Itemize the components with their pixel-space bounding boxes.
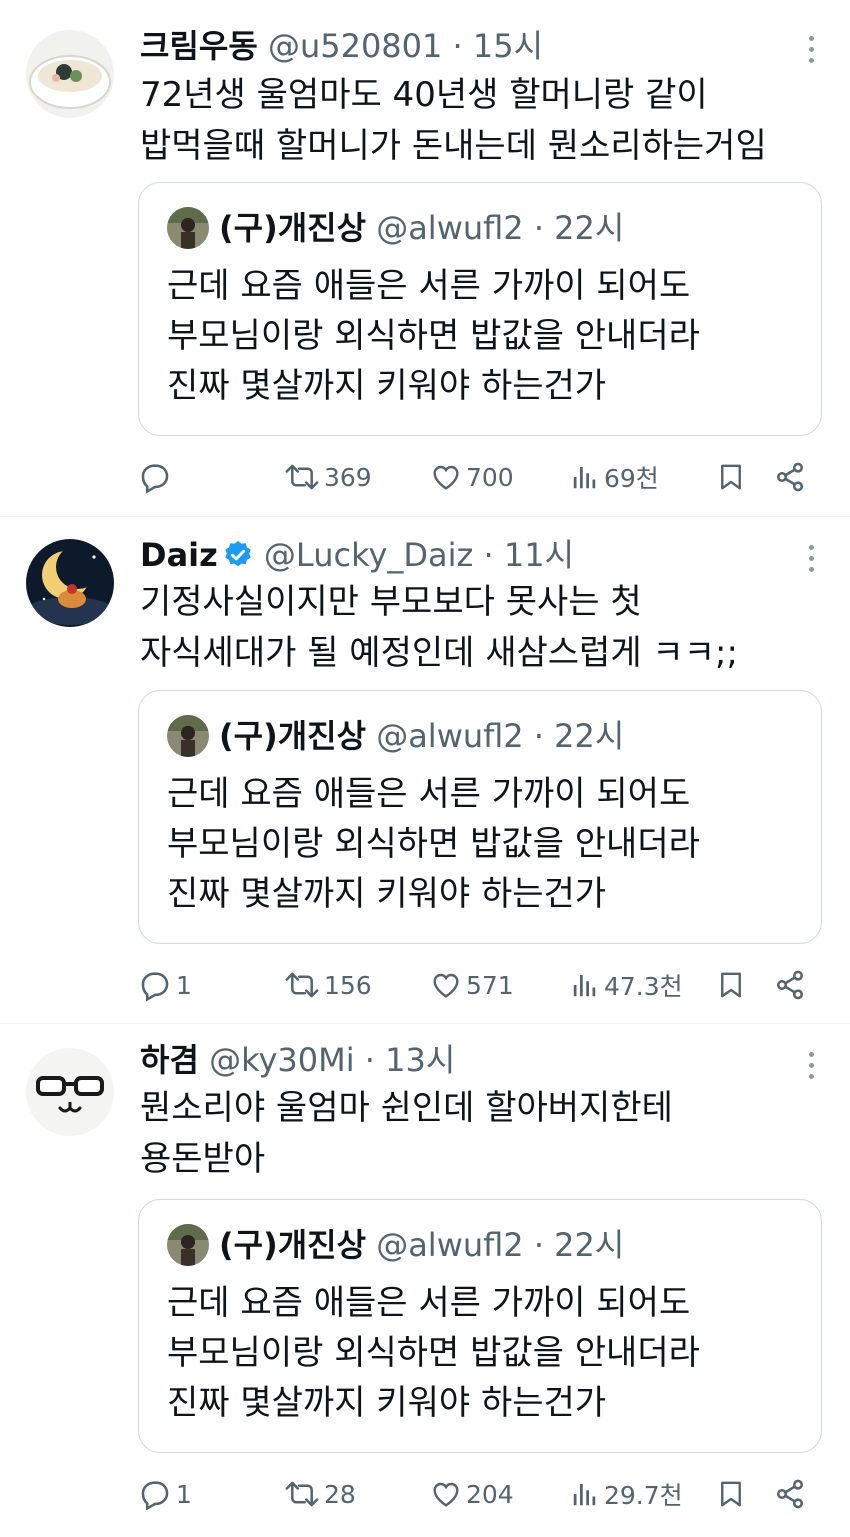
share-button[interactable] [774,963,806,1007]
quoted-text-line: 근데 요즘 애들은 서른 가까이 되어도 [167,774,691,814]
quoted-text-line: 부모님이랑 외식하면 밥값을 안내더라 [167,824,700,864]
like-button[interactable]: 571 [430,963,514,1007]
quoted-text: 근데 요즘 애들은 서른 가까이 되어도 부모님이랑 외식하면 밥값을 안내더라… [167,1278,700,1428]
quoted-author-name: (구)개진상 [219,717,367,755]
quoted-text-line: 부모님이랑 외식하면 밥값을 안내더라 [167,1333,700,1373]
share-icon [777,970,803,1000]
quoted-avatar [167,1224,209,1266]
view-count: 29.7천 [604,1481,683,1510]
bookmark-button[interactable] [716,455,746,499]
quoted-text-line: 근데 요즘 애들은 서른 가까이 되어도 [167,1283,691,1323]
quoted-tweet[interactable]: (구)개진상 @alwufl2 · 22시 근데 요즘 애들은 서른 가까이 되… [138,1199,822,1453]
like-icon [433,465,459,490]
tweet-text-line: 용돈받아 [140,1139,266,1179]
bookmark-icon [721,1481,741,1507]
tweet-text-line: 뭔소리야 울엄마 쉰인데 할아버지한테 [140,1088,673,1128]
author-name[interactable]: 하겸 [140,1041,199,1079]
quoted-author-name: (구)개진상 [219,209,367,247]
like-button[interactable]: 700 [430,455,514,499]
quoted-text-line: 진짜 몇살까지 키워야 하는건가 [167,1383,607,1423]
like-count: 204 [466,1479,514,1509]
quoted-text: 근데 요즘 애들은 서른 가까이 되어도 부모님이랑 외식하면 밥값을 안내더라… [167,769,700,919]
tweet-text-line: 자식세대가 될 예정인데 새삼스럽게 ㅋㅋ;; [140,633,738,673]
reply-button[interactable]: 1 [138,963,192,1007]
retweet-icon [285,1481,319,1507]
quoted-author-handle-time: @alwufl2 · 22시 [376,717,625,755]
bookmark-icon [721,464,741,490]
views-icon [573,467,596,489]
reply-icon [141,972,169,1002]
more-icon[interactable] [808,1052,816,1085]
avatar[interactable] [26,539,114,627]
tweet[interactable]: Daiz @Lucky_Daiz · 11시 기정사실이지만 부모보다 못사는 … [0,517,850,1023]
more-icon[interactable] [808,545,816,578]
retweet-count: 369 [324,462,372,492]
retweet-button[interactable]: 156 [284,963,372,1007]
view-count: 69천 [604,464,659,493]
retweet-count: 28 [324,1479,356,1509]
share-button[interactable] [774,455,806,499]
bookmark-button[interactable] [716,963,746,1007]
tweet[interactable]: 크림우동 @u520801 · 15시 72년생 울엄마도 40년생 할머니랑 … [0,0,850,515]
quoted-tweet[interactable]: (구)개진상 @alwufl2 · 22시 근데 요즘 애들은 서른 가까이 되… [138,182,822,436]
like-icon [433,973,459,998]
views-button[interactable]: 69천 [570,455,659,499]
quoted-text-line: 진짜 몇살까지 키워야 하는건가 [167,366,607,406]
quoted-author-name: (구)개진상 [219,1226,367,1264]
bookmark-icon [721,972,741,998]
author-handle-time[interactable]: @Lucky_Daiz · 11시 [264,536,574,574]
tweet-text: 72년생 울엄마도 40년생 할머니랑 같이 밥먹을때 할머니가 돈내는데 뭔소… [140,70,767,172]
views-button[interactable]: 29.7천 [570,1472,683,1516]
reply-count: 1 [176,970,192,1000]
like-count: 700 [466,462,514,492]
tweet-text: 뭔소리야 울엄마 쉰인데 할아버지한테 용돈받아 [140,1083,673,1185]
views-icon [573,975,596,997]
like-button[interactable]: 204 [430,1472,514,1516]
bookmark-button[interactable] [716,1472,746,1516]
avatar[interactable] [26,1048,114,1136]
reply-icon [141,1481,169,1511]
retweet-count: 156 [324,970,372,1000]
action-bar: 1 28 204 29.7천 [0,1472,850,1516]
quoted-avatar [167,207,209,249]
more-icon[interactable] [808,36,816,69]
retweet-button[interactable]: 369 [284,455,372,499]
action-bar: 369 700 69천 [0,455,850,499]
verified-badge-icon [225,541,251,567]
reply-icon [141,464,169,494]
tweet-text-line: 기정사실이지만 부모보다 못사는 첫 [140,582,642,622]
author-name[interactable]: Daiz [140,536,218,574]
quoted-text-line: 근데 요즘 애들은 서른 가까이 되어도 [167,266,691,306]
quoted-text-line: 진짜 몇살까지 키워야 하는건가 [167,874,607,914]
like-icon [433,1482,459,1507]
quoted-text-line: 부모님이랑 외식하면 밥값을 안내더라 [167,316,700,356]
view-count: 47.3천 [604,972,683,1001]
like-count: 571 [466,970,514,1000]
share-button[interactable] [774,1472,806,1516]
author-name[interactable]: 크림우동 [140,27,258,65]
tweet-text-line: 72년생 울엄마도 40년생 할머니랑 같이 [140,75,708,115]
reply-button[interactable]: 1 [138,1472,192,1516]
action-bar: 1 156 571 47.3천 [0,963,850,1007]
reply-count: 1 [176,1479,192,1509]
quoted-author-handle-time: @alwufl2 · 22시 [376,1226,625,1264]
quoted-author-handle-time: @alwufl2 · 22시 [376,209,625,247]
views-icon [573,1484,596,1506]
reply-button[interactable] [138,455,176,499]
tweet-text: 기정사실이지만 부모보다 못사는 첫 자식세대가 될 예정인데 새삼스럽게 ㅋㅋ… [140,577,738,679]
retweet-icon [285,972,319,998]
retweet-icon [285,464,319,490]
share-icon [777,462,803,492]
share-icon [777,1479,803,1509]
retweet-button[interactable]: 28 [284,1472,356,1516]
tweet-text-line: 밥먹을때 할머니가 돈내는데 뭔소리하는거임 [140,126,767,166]
quoted-avatar [167,715,209,757]
quoted-tweet[interactable]: (구)개진상 @alwufl2 · 22시 근데 요즘 애들은 서른 가까이 되… [138,690,822,944]
author-handle-time[interactable]: @u520801 · 15시 [268,27,543,65]
quoted-text: 근데 요즘 애들은 서른 가까이 되어도 부모님이랑 외식하면 밥값을 안내더라… [167,261,700,411]
views-button[interactable]: 47.3천 [570,963,683,1007]
avatar[interactable] [26,30,114,118]
author-handle-time[interactable]: @ky30Mi · 13시 [209,1041,455,1079]
tweet[interactable]: 하겸 @ky30Mi · 13시 뭔소리야 울엄마 쉰인데 할아버지한테 용돈받… [0,1024,850,1537]
